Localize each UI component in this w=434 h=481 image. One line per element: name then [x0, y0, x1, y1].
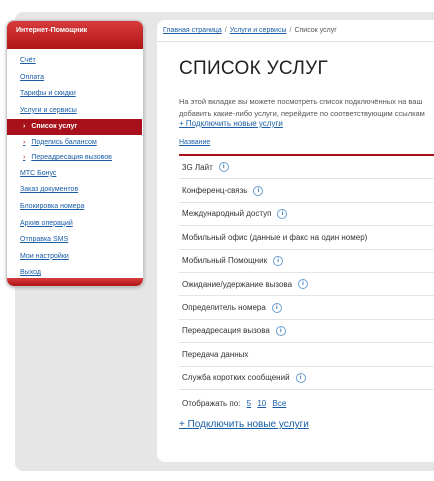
service-name: Мобильный Помощник [182, 256, 268, 266]
page-title: СПИСОК УСЛУГ [179, 58, 329, 79]
intro-line: На этой вкладке вы можете посмотреть спи… [179, 97, 423, 106]
intro-text: На этой вкладке вы можете посмотреть спи… [179, 96, 434, 119]
table-row: Мобильный офис (данные и факс на один но… [179, 226, 434, 250]
services-table: 3G Лайт i Конференц-связь i Международны… [179, 156, 434, 390]
info-icon[interactable]: i [295, 372, 306, 383]
sidebar-menu: Счёт Оплата Тарифы и скидки Услуги и сер… [7, 49, 143, 282]
sidebar-subitem-share-balance[interactable]: › Подепись балансом [7, 135, 143, 151]
sidebar-item-send-sms[interactable]: Отправка SMS [7, 232, 143, 249]
breadcrumb-services-link[interactable]: Услуги и сервисы [230, 27, 287, 34]
sidebar-subitem-label: Переадресация вызовов [31, 154, 112, 162]
sidebar-title: Интернет-Помощник [7, 21, 143, 49]
paging-option-5[interactable]: 5 [247, 399, 251, 408]
sidebar-item-account[interactable]: Счёт [7, 53, 143, 70]
service-name: Переадресация вызова [182, 326, 270, 336]
breadcrumb-home-link[interactable]: Главная страница [163, 27, 222, 34]
connect-services-link-top[interactable]: + Подключить новые услуги [179, 119, 283, 128]
intro-line: добавить какие-либо услуги, перейдите по… [179, 108, 425, 118]
service-name: Служба коротких сообщений [182, 373, 290, 383]
sidebar-footer [7, 278, 143, 286]
sidebar-item-services[interactable]: Услуги и сервисы [7, 103, 143, 120]
sidebar-item-tariffs[interactable]: Тарифы и скидки [7, 86, 143, 103]
service-name: Международный доступ [182, 209, 272, 219]
service-name: 3G Лайт [182, 162, 213, 172]
info-icon[interactable]: i [298, 279, 309, 290]
chevron-right-icon: › [23, 123, 26, 131]
table-row: Международный доступ i [179, 203, 434, 227]
table-row: Ожидание/удержание вызова i [179, 273, 434, 297]
sidebar-subitem-call-forwarding[interactable]: › Переадресация вызовов [7, 150, 143, 166]
info-icon[interactable]: i [253, 185, 264, 196]
sidebar-subitem-label: Подепись балансом [31, 138, 97, 146]
paging-label: Отображать по: [182, 399, 241, 408]
breadcrumb-separator: / [289, 27, 292, 34]
table-row: 3G Лайт i [179, 156, 434, 180]
info-icon[interactable]: i [218, 162, 229, 173]
breadcrumb: Главная страница / Услуги и сервисы / Список… [163, 27, 337, 34]
table-row: Конференц-связь i [179, 179, 434, 203]
breadcrumb-divider [157, 41, 434, 42]
breadcrumb-separator: / [224, 27, 227, 34]
sidebar-item-block-number[interactable]: Блокировка номера [7, 199, 143, 216]
table-row: Мобильный Помощник i [179, 250, 434, 273]
chevron-right-icon: › [23, 138, 26, 146]
paging-option-10[interactable]: 10 [257, 399, 266, 408]
sidebar-item-order-documents[interactable]: Заказ документов [7, 182, 143, 199]
breadcrumb-current: Список услуг [294, 27, 337, 34]
info-icon[interactable]: i [275, 325, 286, 336]
paging-option-all[interactable]: Все [272, 399, 286, 408]
service-name: Передача данных [182, 349, 249, 359]
info-icon[interactable]: i [273, 255, 284, 266]
sidebar-item-payment[interactable]: Оплата [7, 70, 143, 87]
table-row: Служба коротких сообщений i [179, 367, 434, 390]
info-icon[interactable]: i [271, 302, 282, 313]
sidebar-subitem-label: Список услуг [31, 123, 78, 131]
sidebar: Интернет-Помощник Счёт Оплата Тарифы и с… [6, 20, 144, 287]
sidebar-item-my-settings[interactable]: Мои настройки [7, 249, 143, 266]
paging-control: Отображать по: 5 10 Все [182, 399, 286, 408]
sidebar-subitem-service-list[interactable]: › Список услуг [7, 119, 142, 135]
service-name: Определитель номера [182, 303, 266, 313]
info-icon[interactable]: i [277, 208, 288, 219]
table-row: Передача данных [179, 343, 434, 367]
sidebar-item-operations-archive[interactable]: Архив операций [7, 216, 143, 233]
service-name: Ожидание/удержание вызова [182, 279, 293, 289]
table-row: Определитель номера i [179, 296, 434, 320]
sidebar-item-mts-bonus[interactable]: МТС Бонус [7, 166, 143, 183]
service-name: Мобильный офис (данные и факс на один но… [182, 232, 368, 242]
service-name: Конференц-связь [182, 186, 248, 196]
chevron-right-icon: › [23, 154, 26, 162]
table-row: Переадресация вызова i [179, 320, 434, 344]
connect-services-link-bottom[interactable]: + Подключить новые услуги [179, 419, 309, 430]
column-header-name[interactable]: Название [179, 139, 210, 146]
